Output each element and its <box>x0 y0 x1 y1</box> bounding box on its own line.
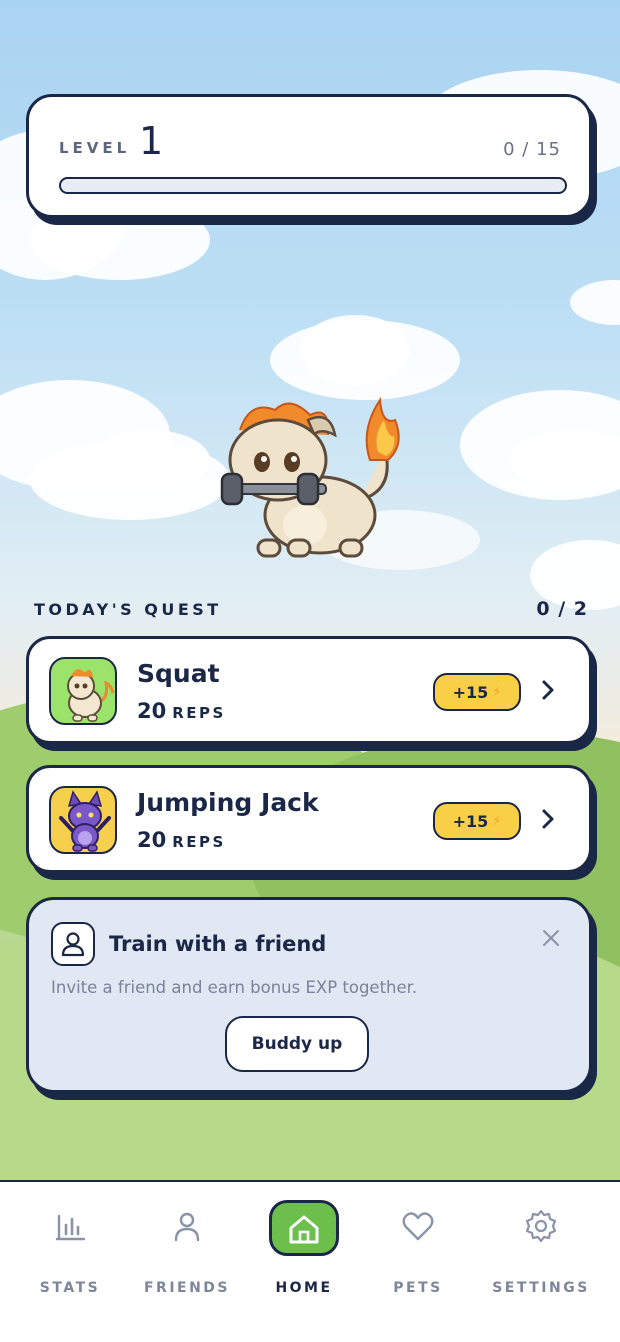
quest-name: Squat <box>137 659 220 688</box>
gear-icon <box>525 1209 557 1243</box>
quest-count: 0 / 2 <box>536 598 588 620</box>
chevron-right-icon[interactable] <box>533 804 563 834</box>
tab-friends[interactable]: FRIENDS <box>127 1200 247 1300</box>
bar-chart-icon <box>55 1214 86 1241</box>
quest-reps: 20 REPS <box>137 699 226 723</box>
level-label: LEVEL <box>59 139 131 157</box>
person-icon <box>51 922 95 966</box>
chevron-right-icon[interactable] <box>533 675 563 705</box>
quest-section-title: TODAY'S QUEST <box>34 600 222 619</box>
tab-label: FRIENDS <box>143 1280 231 1296</box>
level-progress-text: 0 / 15 <box>503 139 561 160</box>
lightning-icon: ⚡ <box>492 684 502 700</box>
quest-card-squat[interactable]: Squat 20 REPS +15 ⚡ <box>26 636 592 744</box>
xp-reward-badge: +15 ⚡ <box>433 673 521 711</box>
friend-card-description: Invite a friend and earn bonus EXP toget… <box>51 978 418 997</box>
dragon-pet-illustration[interactable] <box>210 390 410 565</box>
friend-card-title: Train with a friend <box>109 932 327 956</box>
tab-pets[interactable]: PETS <box>358 1200 478 1300</box>
quest-reps: 20 REPS <box>137 828 226 852</box>
heart-icon <box>402 1212 434 1241</box>
bottom-tab-bar: STATS FRIENDS HOME PETS SETTINGS <box>0 1180 620 1342</box>
xp-reward-badge: +15 ⚡ <box>433 802 521 840</box>
tab-label: PETS <box>393 1280 443 1296</box>
buddy-up-button[interactable]: Buddy up <box>225 1016 369 1072</box>
level-number: 1 <box>139 119 164 163</box>
tab-label: SETTINGS <box>492 1280 590 1296</box>
level-progress-bar <box>59 177 567 194</box>
person-icon <box>174 1212 200 1242</box>
tab-label: STATS <box>39 1280 101 1296</box>
quest-name: Jumping Jack <box>137 788 319 817</box>
level-card: LEVEL 1 0 / 15 <box>26 94 592 218</box>
fox-pet-icon <box>49 786 117 854</box>
tab-label: HOME <box>275 1280 333 1296</box>
tab-stats[interactable]: STATS <box>10 1200 130 1300</box>
home-icon <box>269 1200 339 1256</box>
train-with-friend-card: Train with a friend Invite a friend and … <box>26 897 592 1093</box>
tab-settings[interactable]: SETTINGS <box>481 1200 601 1300</box>
tab-home[interactable]: HOME <box>244 1200 364 1300</box>
close-icon[interactable] <box>541 928 561 948</box>
quest-card-jumping-jack[interactable]: Jumping Jack 20 REPS +15 ⚡ <box>26 765 592 873</box>
dragon-pet-icon <box>49 657 117 725</box>
lightning-icon: ⚡ <box>492 813 502 829</box>
